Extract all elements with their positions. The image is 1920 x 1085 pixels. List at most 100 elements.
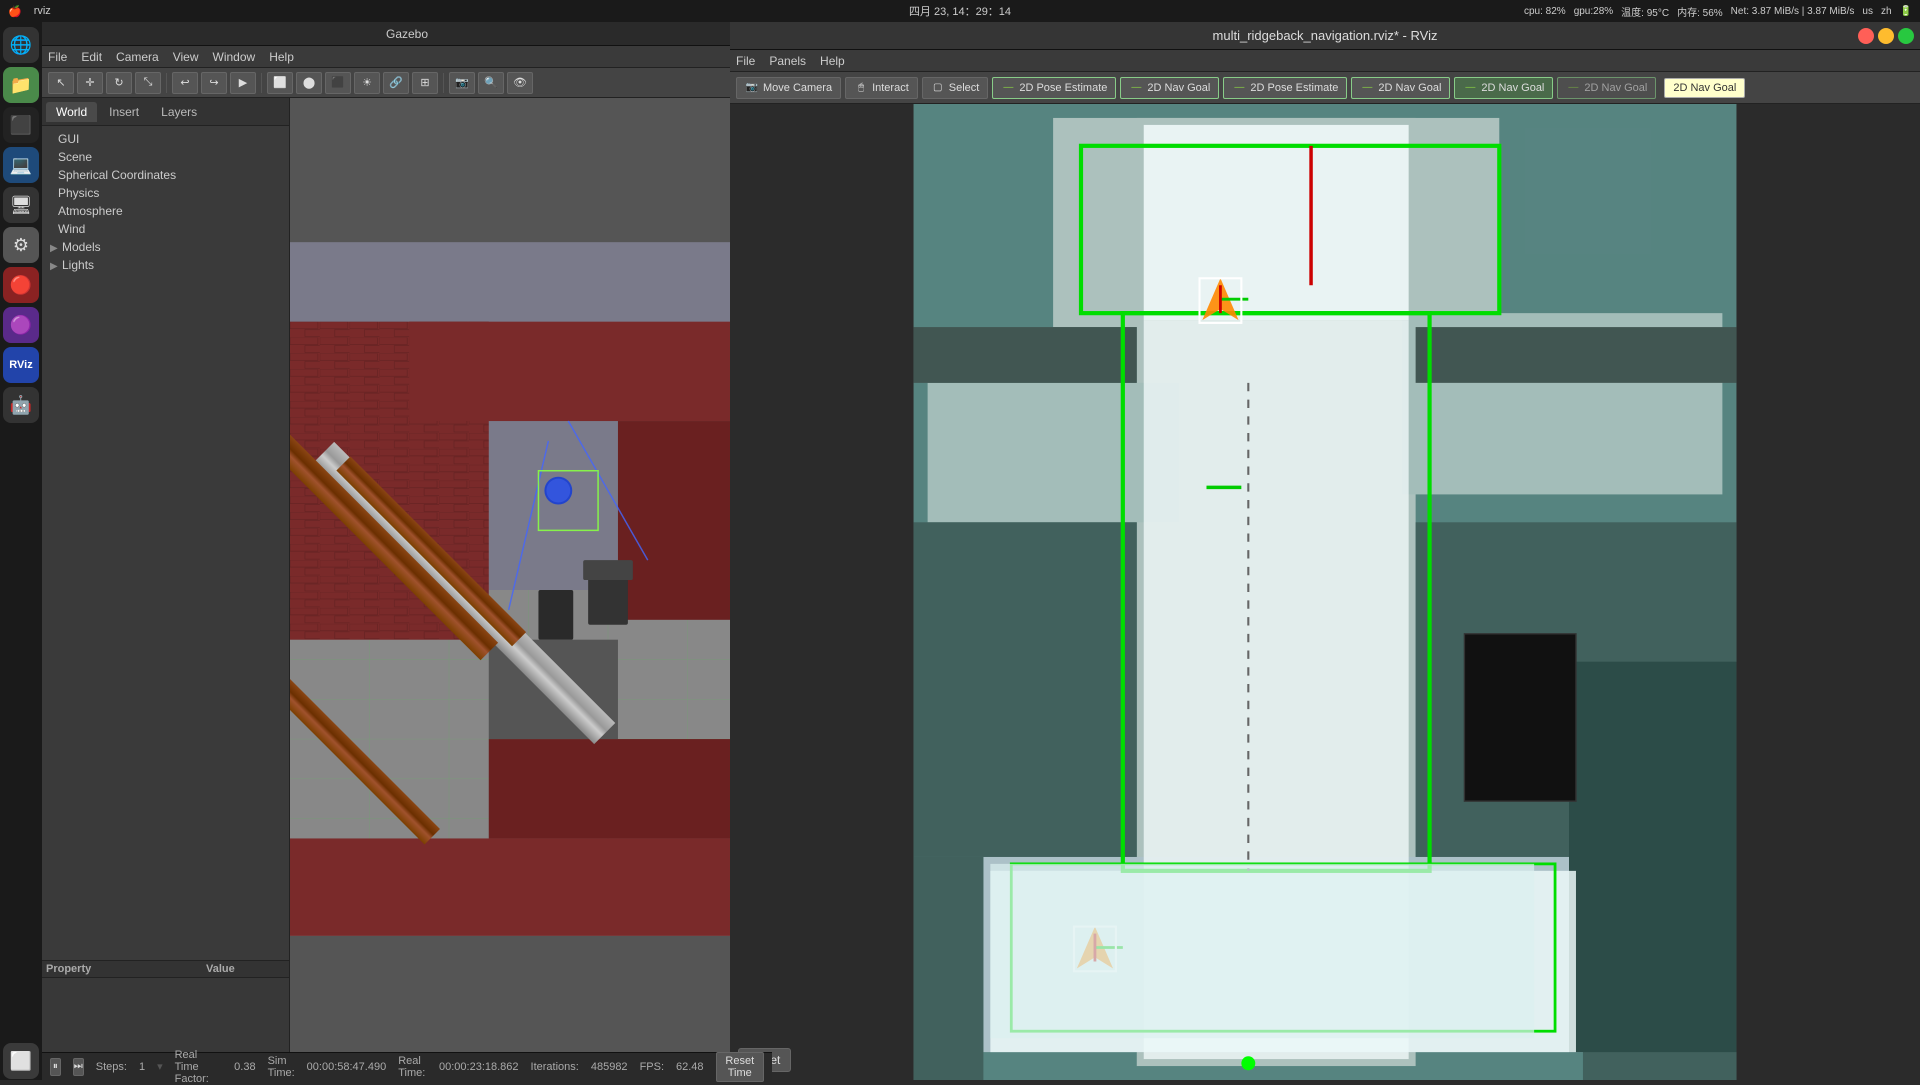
real-time-value: 00:00:23:18.862 — [439, 1061, 519, 1073]
world-tree: GUI Scene Spherical Coordinates Physics … — [42, 126, 289, 960]
dock-icon-rviz[interactable]: RViz — [3, 347, 39, 383]
rviz-menu-help[interactable]: Help — [820, 54, 845, 68]
tree-item-physics[interactable]: Physics — [46, 184, 285, 202]
sep-1 — [166, 73, 167, 93]
lights-arrow: ▶ — [50, 261, 62, 272]
tab-insert[interactable]: Insert — [99, 102, 149, 122]
tree-item-scene[interactable]: Scene — [46, 148, 285, 166]
view-btn[interactable]: 👁 — [507, 72, 533, 94]
gazebo-menu-view[interactable]: View — [173, 50, 199, 64]
grid-btn[interactable]: ⊞ — [412, 72, 438, 94]
select-btn[interactable]: ▢ Select — [922, 77, 989, 99]
maximize-btn[interactable] — [1898, 28, 1914, 44]
rviz-menu-file[interactable]: File — [736, 54, 755, 68]
tree-item-models[interactable]: ▶Models — [46, 238, 285, 256]
nav-goal-4-icon: — — [1566, 81, 1580, 95]
datetime: 四月 23, 14：29：14 — [909, 6, 1011, 18]
interact-tool-icon: 🖱 — [854, 81, 868, 95]
rviz-menu-panels[interactable]: Panels — [769, 54, 806, 68]
nav-goal-1-btn[interactable]: — 2D Nav Goal — [1120, 77, 1219, 99]
rviz-map-svg — [730, 104, 1920, 1080]
fps-label: FPS: — [640, 1061, 664, 1073]
dock-icon-robot[interactable]: 🤖 — [3, 387, 39, 423]
tooltip-text: 2D Nav Goal — [1673, 82, 1736, 94]
translate-tool-btn[interactable]: ✛ — [77, 72, 103, 94]
playback-bar: ⏸ ⏭ Steps: 1 ▾ Real Time Factor: 0.38 Si… — [42, 1052, 772, 1080]
scale-tool-btn[interactable]: ⤡ — [135, 72, 161, 94]
redo-btn[interactable]: ↪ — [201, 72, 227, 94]
viewport-3d[interactable]: ▶ — [290, 98, 772, 1080]
rviz-menu: File Panels Help — [730, 50, 1920, 72]
gazebo-menu-help[interactable]: Help — [269, 50, 294, 64]
minimize-btn[interactable] — [1878, 28, 1894, 44]
cpu-stat: cpu: 82% — [1524, 6, 1566, 17]
steps-value: 1 — [139, 1061, 145, 1073]
pause-btn[interactable]: ⏸ — [50, 1058, 61, 1076]
move-camera-btn[interactable]: 📷 Move Camera — [736, 77, 841, 99]
interact-label: Interact — [872, 82, 909, 94]
tree-item-spherical[interactable]: Spherical Coordinates — [46, 166, 285, 184]
mem-stat: 内存: 56% — [1677, 4, 1723, 19]
gazebo-menu-window[interactable]: Window — [213, 50, 256, 64]
tree-item-atmosphere[interactable]: Atmosphere — [46, 202, 285, 220]
nav-goal-4-label: 2D Nav Goal — [1584, 82, 1647, 94]
step-btn[interactable]: ⏭ — [73, 1058, 84, 1076]
nav-goal-3-icon: — — [1463, 81, 1477, 95]
fwd-btn[interactable]: ▶ — [230, 72, 256, 94]
dock-icon-terminal[interactable]: ⬛ — [3, 107, 39, 143]
close-btn[interactable] — [1858, 28, 1874, 44]
undo-btn[interactable]: ↩ — [172, 72, 198, 94]
box-btn[interactable]: ⬜ — [267, 72, 293, 94]
zoom-btn[interactable]: 🔍 — [478, 72, 504, 94]
nav-goal-4-btn[interactable]: — 2D Nav Goal — [1557, 77, 1656, 99]
interact-btn[interactable]: 🖱 Interact — [845, 77, 918, 99]
models-arrow: ▶ — [50, 243, 62, 254]
sep-3 — [443, 73, 444, 93]
sim-time-label: Sim Time: — [268, 1055, 295, 1079]
dock-icon-purple[interactable]: 🟣 — [3, 307, 39, 343]
camera1-btn[interactable]: 📷 — [449, 72, 475, 94]
pose-estimate-1-icon: — — [1001, 81, 1015, 95]
rtf-value: 0.38 — [234, 1061, 255, 1073]
cylinder-btn[interactable]: ⬛ — [325, 72, 351, 94]
dock-icon-monitor[interactable]: 🖥 — [3, 187, 39, 223]
nav-goal-3-label: 2D Nav Goal — [1481, 82, 1544, 94]
pose-estimate-2-label: 2D Pose Estimate — [1250, 82, 1338, 94]
nav-goal-2-label: 2D Nav Goal — [1378, 82, 1441, 94]
sphere-btn[interactable]: ⬤ — [296, 72, 322, 94]
dock-icon-finder[interactable]: 📁 — [3, 67, 39, 103]
reset-time-button[interactable]: Reset Time — [716, 1052, 764, 1082]
link-btn[interactable]: 🔗 — [383, 72, 409, 94]
dock-icon-red[interactable]: 🔴 — [3, 267, 39, 303]
dock-icon-code[interactable]: 💻 — [3, 147, 39, 183]
world-tabs: World Insert Layers — [42, 98, 289, 126]
dock-icon-settings[interactable]: ⚙ — [3, 227, 39, 263]
pose-estimate-2-btn[interactable]: — 2D Pose Estimate — [1223, 77, 1347, 99]
dock-icon-bottom[interactable]: ⬜ — [3, 1043, 39, 1079]
fps-value: 62.48 — [676, 1061, 704, 1073]
tree-item-gui[interactable]: GUI — [46, 130, 285, 148]
gazebo-menu-file[interactable]: File — [48, 50, 67, 64]
gazebo-menu-camera[interactable]: Camera — [116, 50, 159, 64]
nav-goal-2-btn[interactable]: — 2D Nav Goal — [1351, 77, 1450, 99]
net-stat: Net: 3.87 MiB/s | 3.87 MiB/s — [1731, 6, 1855, 17]
sim-time-value: 00:00:58:47.490 — [307, 1061, 387, 1073]
select-tool-btn[interactable]: ↖ — [48, 72, 74, 94]
rotate-tool-btn[interactable]: ↻ — [106, 72, 132, 94]
rviz-map-viewport[interactable]: Reset — [730, 104, 1920, 1080]
nav-goal-3-btn[interactable]: — 2D Nav Goal — [1454, 77, 1553, 99]
zh-indicator: zh — [1881, 6, 1892, 17]
tab-world[interactable]: World — [46, 102, 97, 122]
world-panel: World Insert Layers GUI Scene Spherical … — [42, 98, 290, 1080]
light-btn[interactable]: ☀ — [354, 72, 380, 94]
nav-goal-1-icon: — — [1129, 81, 1143, 95]
tree-item-wind[interactable]: Wind — [46, 220, 285, 238]
scene-viewport — [290, 98, 772, 1080]
gazebo-menu-edit[interactable]: Edit — [81, 50, 102, 64]
dock-icon-chrome[interactable]: 🌐 — [3, 27, 39, 63]
pose-estimate-1-btn[interactable]: — 2D Pose Estimate — [992, 77, 1116, 99]
tree-item-lights[interactable]: ▶Lights — [46, 256, 285, 274]
tab-layers[interactable]: Layers — [151, 102, 207, 122]
macos-bar: 🍎 rviz 四月 23, 14：29：14 cpu: 82% gpu:28% … — [0, 0, 1920, 22]
gazebo-title-bar: Gazebo — [42, 22, 772, 46]
